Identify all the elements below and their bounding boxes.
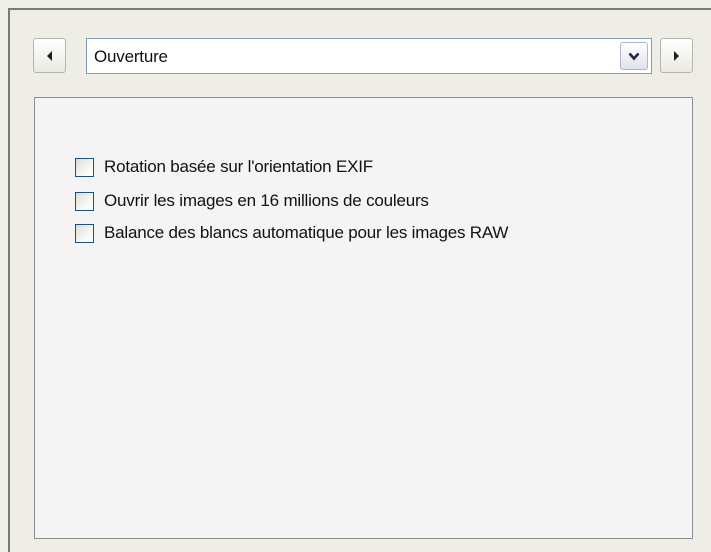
chevron-down-icon (628, 52, 640, 60)
category-dropdown[interactable]: Ouverture (86, 38, 652, 74)
previous-page-button[interactable] (33, 38, 66, 73)
16-million-colors-checkbox[interactable] (75, 191, 94, 211)
16-million-colors-label: Ouvrir les images en 16 millions de coul… (104, 191, 429, 210)
dropdown-toggle-button[interactable] (620, 42, 648, 70)
arrow-left-icon (47, 50, 52, 61)
exif-rotation-checkbox[interactable] (75, 157, 94, 177)
raw-white-balance-checkbox[interactable] (75, 223, 94, 243)
option-exif-rotation[interactable]: Rotation basée sur l'orientation EXIF (75, 155, 373, 179)
raw-white-balance-label: Balance des blancs automatique pour les … (104, 223, 509, 242)
option-16-million-colors[interactable]: Ouvrir les images en 16 millions de coul… (75, 189, 429, 213)
exif-rotation-label: Rotation basée sur l'orientation EXIF (104, 157, 373, 176)
arrow-right-icon (674, 50, 679, 61)
category-dropdown-value: Ouverture (94, 47, 168, 66)
next-page-button[interactable] (660, 38, 693, 73)
option-raw-white-balance[interactable]: Balance des blancs automatique pour les … (75, 221, 508, 245)
options-panel: Rotation basée sur l'orientation EXIF Ou… (34, 97, 693, 539)
